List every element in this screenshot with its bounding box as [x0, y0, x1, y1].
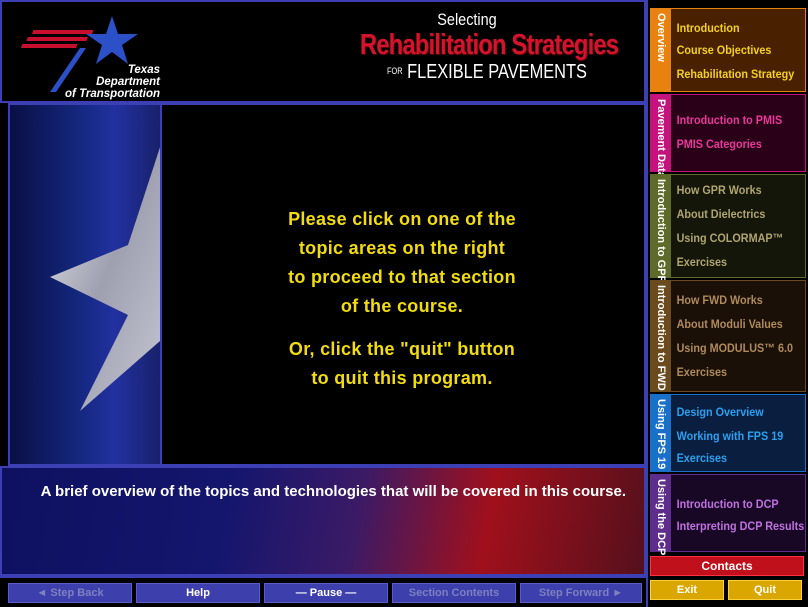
description-panel: A brief overview of the topics and techn… — [0, 466, 646, 576]
menu-item-introduction-to-pmis[interactable]: Introduction to PMIS — [673, 111, 786, 129]
menu-item-introduction[interactable]: Introduction — [673, 19, 743, 37]
menu-item-working-with-fps-19[interactable]: Working with FPS 19 — [673, 427, 787, 445]
section-contents-button[interactable]: Section Contents — [392, 583, 516, 603]
navigation-bar: ◄ Step Back Help — Pause — Section Conte… — [0, 576, 646, 607]
menu-item-design-overview[interactable]: Design Overview — [673, 403, 767, 421]
main-panel: Please click on one of the topic areas o… — [160, 103, 646, 466]
menu-item-how-fwd-works[interactable]: How FWD Works — [673, 291, 766, 309]
title-flexible: FOR FLEXIBLE PAVEMENTS — [386, 61, 587, 83]
section-gpr: Introduction to GPR How GPR Works About Di… — [650, 174, 806, 283]
step-forward-button[interactable]: Step Forward ► — [520, 583, 642, 603]
title-selecting: Selecting — [437, 10, 497, 29]
texas-star-icon — [50, 147, 160, 411]
menu-item-rehabilitation-strategy[interactable]: Rehabilitation Strategy — [673, 65, 798, 83]
menu-item-using-modulus-6-0[interactable]: Using MODULUS™ 6.0 — [673, 339, 797, 357]
txdot-logo: Texas Department of Transportation — [20, 12, 170, 100]
tab-introduction-to-gpr[interactable]: Introduction to GPR — [651, 175, 671, 283]
title-rehab: Rehabilitation Strategies — [359, 29, 619, 61]
menu-item-course-objectives[interactable]: Course Objectives — [673, 41, 775, 59]
menu-item-using-colormap[interactable]: Using COLORMAP™ — [673, 229, 787, 247]
tab-introduction-to-fwd[interactable]: Introduction to FWD — [651, 281, 671, 391]
quit-button[interactable]: Quit — [728, 580, 802, 600]
flag-image — [8, 103, 162, 466]
header: Texas Department of Transportation Selecti… — [0, 0, 646, 103]
menu-item-exercises[interactable]: Exercises — [673, 363, 731, 381]
menu-item-introduction-to-dcp[interactable]: Introduction to DCP — [673, 495, 782, 513]
section-fwd: Introduction to FWD How FWD Works About Mo… — [650, 280, 806, 392]
logo-text: Texas Department of Transportation — [65, 64, 160, 100]
step-back-button[interactable]: ◄ Step Back — [8, 583, 132, 603]
menu-item-exercises[interactable]: Exercises — [673, 449, 731, 467]
topic-sidebar: Overview Introduction Course Objectives Reh… — [646, 0, 808, 607]
menu-item-about-dielectrics[interactable]: About Dielectrics — [673, 205, 769, 223]
course-title: Selecting Rehabilitation Strategies FOR … — [332, 10, 642, 83]
tab-using-fps-19[interactable]: Using FPS 19 — [651, 395, 671, 471]
menu-item-how-gpr-works[interactable]: How GPR Works — [673, 181, 765, 199]
instruction-message: Please click on one of the topic areas o… — [288, 209, 516, 388]
tab-overview[interactable]: Overview — [651, 9, 671, 91]
menu-item-interpreting-dcp-results[interactable]: Interpreting DCP Results — [673, 517, 808, 535]
pause-button[interactable]: — Pause — — [264, 583, 388, 603]
contacts-button[interactable]: Contacts — [650, 556, 804, 576]
section-pavement-data: Pavement Data Introduction to PMIS PMIS Ca… — [650, 94, 806, 178]
menu-item-pmis-categories[interactable]: PMIS Categories — [673, 135, 765, 153]
section-overview: Overview Introduction Course Objectives Reh… — [650, 8, 806, 92]
help-button[interactable]: Help — [136, 583, 260, 603]
tab-using-the-dcp[interactable]: Using the DCP — [651, 475, 671, 555]
menu-item-exercises[interactable]: Exercises — [673, 253, 731, 271]
section-dcp: Using the DCP Introduction to DCP Interpre… — [650, 474, 808, 555]
tab-pavement-data[interactable]: Pavement Data — [651, 95, 671, 178]
description-text: A brief overview of the topics and techn… — [40, 483, 626, 500]
exit-button[interactable]: Exit — [650, 580, 724, 600]
menu-item-about-moduli-values[interactable]: About Moduli Values — [673, 315, 786, 333]
section-fps19: Using FPS 19 Design Overview Working with … — [650, 394, 806, 472]
